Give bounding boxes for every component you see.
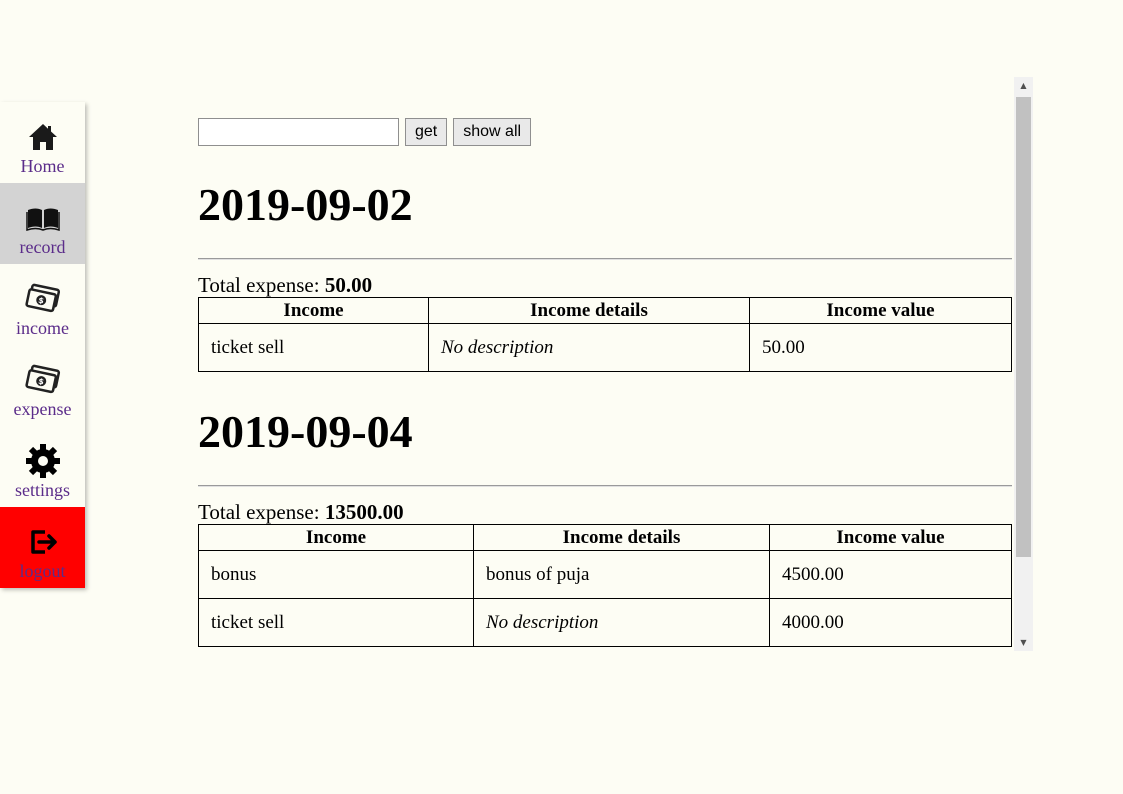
show-all-button[interactable]: show all xyxy=(453,118,532,146)
scroll-thumb[interactable] xyxy=(1016,97,1031,557)
vertical-scrollbar[interactable]: ▲ ▼ xyxy=(1014,77,1033,651)
get-button[interactable]: get xyxy=(405,118,448,146)
value-cell: 4500.00 xyxy=(769,550,1012,599)
details-cell: No description xyxy=(473,598,770,647)
day-date-heading: 2019-09-02 xyxy=(198,179,413,230)
scroll-down-arrow-icon[interactable]: ▼ xyxy=(1014,634,1033,651)
total-label: Total expense: xyxy=(198,273,320,297)
day-section: 2019-09-04 Total expense: 13500.00 Incom… xyxy=(198,406,1012,647)
nav-item-settings[interactable]: settings xyxy=(0,426,85,507)
table-header-row: Income Income details Income value xyxy=(198,297,1012,324)
income-cell: ticket sell xyxy=(198,598,474,647)
day-section: 2019-09-02 Total expense: 50.00 Income I… xyxy=(198,179,1012,372)
day-date-heading: 2019-09-04 xyxy=(198,406,413,457)
records-frame: get show all 2019-09-02 Total expense: 5… xyxy=(198,77,1033,651)
total-value: 50.00 xyxy=(324,273,373,297)
table-row: ticket sell No description 4000.00 xyxy=(198,598,1012,647)
table-row: ticket sell No description 50.00 xyxy=(198,323,1012,372)
details-cell: No description xyxy=(428,323,750,372)
income-table: Income Income details Income value bonus… xyxy=(198,524,1012,647)
table-row: bonus bonus of puja 4500.00 xyxy=(198,550,1012,599)
total-label: Total expense: xyxy=(198,500,320,524)
logout-icon xyxy=(30,530,57,554)
col-header-income: Income xyxy=(198,524,474,551)
col-header-details: Income details xyxy=(428,297,750,324)
income-table: Income Income details Income value ticke… xyxy=(198,297,1012,372)
book-icon xyxy=(25,208,60,232)
sidebar: Home record $ income $ expense settings … xyxy=(0,102,85,588)
total-expense: Total expense: 13500.00 xyxy=(198,500,1012,524)
nav-label-logout: logout xyxy=(19,561,66,581)
nav-item-logout[interactable]: logout xyxy=(0,507,85,588)
total-value: 13500.00 xyxy=(324,500,404,524)
total-expense: Total expense: 50.00 xyxy=(198,273,1012,297)
nav-label-settings: settings xyxy=(14,480,70,500)
col-header-value: Income value xyxy=(749,297,1012,324)
income-cell: bonus xyxy=(198,550,474,599)
divider xyxy=(198,485,1012,487)
table-header-row: Income Income details Income value xyxy=(198,524,1012,551)
search-bar: get show all xyxy=(198,118,532,146)
nav-item-expense[interactable]: $ expense xyxy=(0,345,85,426)
col-header-details: Income details xyxy=(473,524,770,551)
nav-item-home[interactable]: Home xyxy=(0,102,85,183)
nav-label-expense: expense xyxy=(13,399,72,419)
income-cell: ticket sell xyxy=(198,323,429,372)
col-header-income: Income xyxy=(198,297,429,324)
scroll-up-arrow-icon[interactable]: ▲ xyxy=(1014,77,1033,94)
nav-label-record: record xyxy=(19,237,66,257)
nav-item-record[interactable]: record xyxy=(0,183,85,264)
details-cell: bonus of puja xyxy=(473,550,770,599)
value-cell: 50.00 xyxy=(749,323,1012,372)
value-cell: 4000.00 xyxy=(769,598,1012,647)
gear-icon xyxy=(25,444,60,478)
nav-label-home: Home xyxy=(20,156,65,176)
search-input[interactable] xyxy=(198,118,399,146)
money-icon: $ xyxy=(24,283,60,313)
money-icon: $ xyxy=(24,364,60,394)
divider xyxy=(198,258,1012,260)
col-header-value: Income value xyxy=(769,524,1012,551)
nav-label-income: income xyxy=(16,318,69,338)
nav-item-income[interactable]: $ income xyxy=(0,264,85,345)
home-icon xyxy=(28,124,57,150)
